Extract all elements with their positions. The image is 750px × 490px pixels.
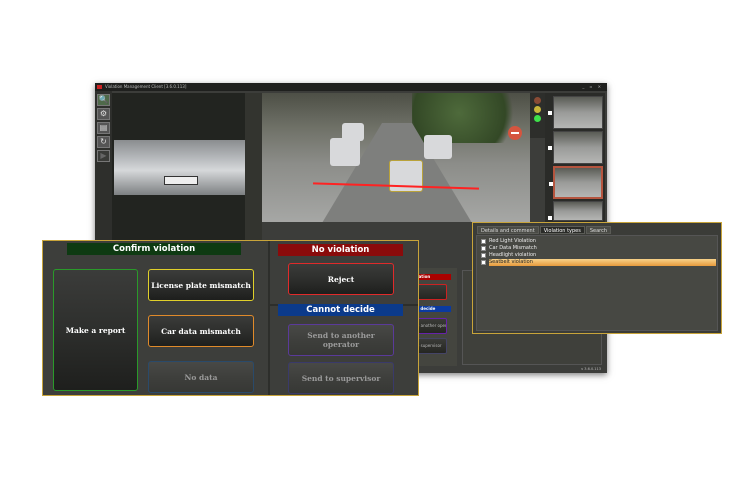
list-icon[interactable]: ▤ <box>97 122 110 134</box>
item-label: Red Light Violation <box>489 238 536 244</box>
thumbnail-checkbox[interactable] <box>548 111 552 115</box>
thumbnail-checkbox[interactable] <box>548 216 552 220</box>
version-label: v 3.6.0.113 <box>581 367 601 371</box>
car-closeup-image <box>114 140 245 195</box>
violation-item-red-light[interactable]: Red Light Violation <box>480 238 716 245</box>
violation-types-panel: Details and comment Violation types Sear… <box>472 222 722 334</box>
tab-search[interactable]: Search <box>585 226 612 234</box>
item-label: Seatbelt violation <box>489 259 716 266</box>
thumbnail[interactable] <box>548 131 603 164</box>
send-to-supervisor-button[interactable]: Send to supervisor <box>288 362 394 394</box>
app-logo-icon <box>97 85 102 89</box>
confirm-violation-header: Confirm violation <box>67 243 241 255</box>
red-lamp <box>534 97 541 104</box>
send-to-another-operator-button[interactable]: Send to another operator <box>288 324 394 356</box>
violation-types-list: Red Light Violation Car Data Mismatch He… <box>476 235 718 331</box>
reject-button[interactable]: Reject <box>288 263 394 295</box>
green-lamp <box>534 115 541 122</box>
refresh-icon[interactable]: ↻ <box>97 136 110 148</box>
yellow-lamp <box>534 106 541 113</box>
scene-image <box>262 93 530 222</box>
settings-gear-icon[interactable]: ⚙ <box>97 108 110 120</box>
thumbnail-checkbox[interactable] <box>548 146 552 150</box>
window-title: Violation Management Client [3.6.0.113] <box>105 84 187 89</box>
no-data-button[interactable]: No data <box>148 361 254 393</box>
no-violation-header: No violation <box>278 244 403 256</box>
play-icon[interactable]: ▶ <box>97 150 110 162</box>
tab-details-and-comment[interactable]: Details and comment <box>477 226 539 234</box>
parked-car <box>342 123 364 141</box>
violation-item-headlight[interactable]: Headlight violation <box>480 252 716 259</box>
thumbnail[interactable] <box>548 96 603 129</box>
checkbox[interactable] <box>481 246 486 251</box>
parked-car <box>424 135 452 159</box>
traffic-light <box>530 93 545 138</box>
license-plate-image <box>164 176 198 185</box>
search-document-icon[interactable]: 🔍 <box>97 94 110 106</box>
title-bar: Violation Management Client [3.6.0.113] … <box>95 83 607 91</box>
car-data-mismatch-button[interactable]: Car data mismatch <box>148 315 254 347</box>
divider <box>268 241 270 395</box>
window-controls[interactable]: _ ▫ ✕ <box>582 83 603 91</box>
item-label: Headlight violation <box>489 252 537 258</box>
license-plate-mismatch-button[interactable]: License plate mismatch <box>148 269 254 301</box>
thumbnail-checkbox[interactable] <box>549 182 553 186</box>
violation-item-seatbelt[interactable]: Seatbelt violation <box>480 259 716 266</box>
cannot-decide-header: Cannot decide <box>278 304 403 316</box>
parked-car <box>330 138 360 166</box>
thumbnail[interactable] <box>548 201 603 221</box>
tab-violation-types[interactable]: Violation types <box>539 226 585 234</box>
item-label: Car Data Mismatch <box>489 245 537 251</box>
checkbox[interactable] <box>481 260 486 265</box>
no-entry-sign-icon <box>508 126 522 140</box>
make-report-button[interactable]: Make a report <box>53 269 138 391</box>
checkbox[interactable] <box>481 239 486 244</box>
decision-panel: Confirm violation Make a report License … <box>42 240 419 396</box>
tab-bar: Details and comment Violation types Sear… <box>477 226 612 234</box>
violation-item-car-data-mismatch[interactable]: Car Data Mismatch <box>480 245 716 252</box>
thumbnail-selected[interactable] <box>549 166 603 199</box>
checkbox[interactable] <box>481 253 486 258</box>
thumbnail-strip <box>545 93 605 223</box>
